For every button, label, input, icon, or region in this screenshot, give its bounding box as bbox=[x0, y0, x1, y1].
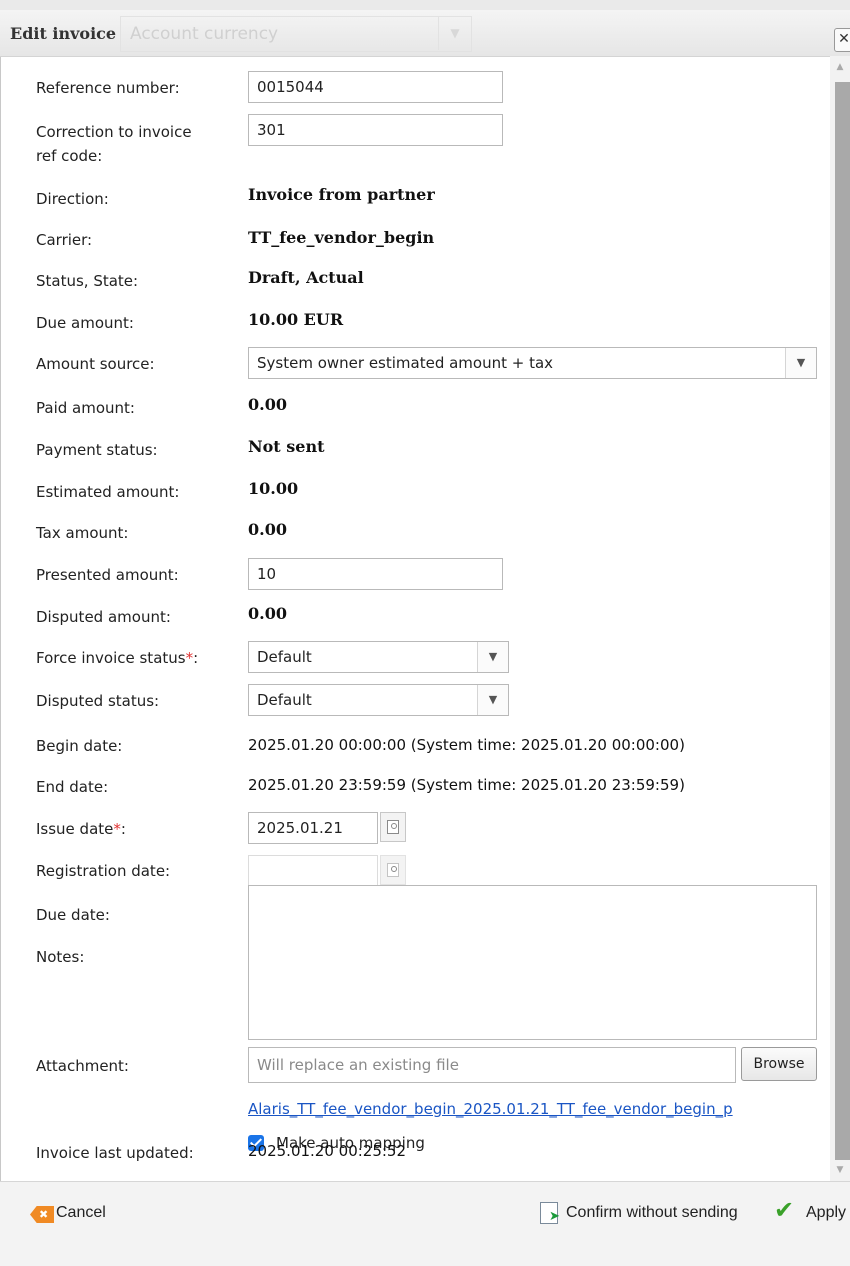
attachment-file-link[interactable]: Alaris_TT_fee_vendor_begin_2025.01.21_TT… bbox=[248, 1098, 830, 1120]
calendar-icon bbox=[387, 820, 399, 834]
amount-source-value: System owner estimated amount + tax bbox=[257, 354, 554, 372]
cancel-icon[interactable] bbox=[30, 1206, 54, 1223]
begin-date-label: Begin date: bbox=[36, 737, 123, 755]
direction-label: Direction: bbox=[36, 190, 109, 208]
paid-amount-value: 0.00 bbox=[248, 395, 287, 414]
chevron-down-icon[interactable]: ▼ bbox=[785, 348, 816, 378]
force-invoice-status-value: Default bbox=[257, 648, 312, 666]
issue-date-calendar-button[interactable] bbox=[380, 812, 406, 842]
force-invoice-status-select[interactable]: Default ▼ bbox=[248, 641, 509, 673]
scroll-down-arrow-icon[interactable]: ▼ bbox=[830, 1160, 850, 1180]
reference-number-input[interactable]: 0015044 bbox=[248, 71, 503, 103]
estimated-amount-label: Estimated amount: bbox=[36, 483, 180, 501]
registration-date-label: Registration date: bbox=[36, 862, 171, 880]
status-state-label: Status, State: bbox=[36, 272, 139, 290]
due-date-label: Due date: bbox=[36, 906, 110, 924]
attachment-file-input[interactable]: Will replace an existing file bbox=[248, 1047, 736, 1083]
attachment-label: Attachment: bbox=[36, 1057, 129, 1075]
browse-button[interactable]: Browse bbox=[741, 1047, 817, 1081]
tax-amount-value: 0.00 bbox=[248, 520, 287, 539]
payment-status-value: Not sent bbox=[248, 437, 325, 456]
required-mark: * bbox=[185, 649, 194, 667]
carrier-label: Carrier: bbox=[36, 231, 93, 249]
estimated-amount-value: 10.00 bbox=[248, 479, 299, 498]
dialog-titlebar: ▼ Account currency Edit invoice ✕ bbox=[0, 10, 850, 57]
disputed-amount-value: 0.00 bbox=[248, 604, 287, 623]
registration-date-calendar-button bbox=[380, 855, 406, 885]
payment-status-label: Payment status: bbox=[36, 441, 158, 459]
presented-amount-input[interactable]: 10 bbox=[248, 558, 503, 590]
checkmark-icon[interactable]: ✔ bbox=[774, 1198, 794, 1222]
notes-label: Notes: bbox=[36, 948, 85, 966]
calendar-icon bbox=[387, 863, 399, 877]
presented-amount-label: Presented amount: bbox=[36, 566, 179, 584]
issue-date-label: Issue date*: bbox=[36, 820, 126, 838]
apply-button[interactable]: Apply bbox=[806, 1204, 846, 1222]
required-mark: * bbox=[113, 820, 121, 838]
correction-ref-input[interactable]: 301 bbox=[248, 114, 503, 146]
vertical-scrollbar[interactable]: ▲ ▼ bbox=[830, 56, 850, 1181]
disputed-amount-label: Disputed amount: bbox=[36, 608, 171, 626]
notes-textarea[interactable] bbox=[248, 885, 817, 1040]
correction-ref-label-line2: ref code: bbox=[36, 147, 103, 165]
chevron-down-icon[interactable]: ▼ bbox=[477, 642, 508, 672]
correction-ref-label-line1: Correction to invoice bbox=[36, 123, 192, 141]
scroll-thumb[interactable] bbox=[835, 82, 850, 1160]
invoice-last-updated-label: Invoice last updated: bbox=[36, 1144, 194, 1162]
disputed-status-value: Default bbox=[257, 691, 312, 709]
dialog-footer: Cancel Confirm without sending ✔ Apply bbox=[0, 1181, 850, 1266]
disputed-status-select[interactable]: Default ▼ bbox=[248, 684, 509, 716]
amount-source-select[interactable]: System owner estimated amount + tax ▼ bbox=[248, 347, 817, 379]
begin-date-value: 2025.01.20 00:00:00 (System time: 2025.0… bbox=[248, 736, 685, 754]
amount-source-label: Amount source: bbox=[36, 355, 155, 373]
issue-date-input[interactable]: 2025.01.21 bbox=[248, 812, 378, 844]
close-button[interactable]: ✕ bbox=[834, 28, 850, 52]
background-currency-hint: Account currency bbox=[130, 24, 279, 44]
due-amount-label: Due amount: bbox=[36, 314, 134, 332]
scroll-up-arrow-icon[interactable]: ▲ bbox=[830, 56, 850, 78]
document-send-icon[interactable] bbox=[540, 1202, 560, 1224]
end-date-label: End date: bbox=[36, 778, 109, 796]
dialog-title: Edit invoice bbox=[10, 24, 117, 43]
tax-amount-label: Tax amount: bbox=[36, 524, 129, 542]
paid-amount-label: Paid amount: bbox=[36, 399, 135, 417]
chevron-down-icon[interactable]: ▼ bbox=[477, 685, 508, 715]
direction-value: Invoice from partner bbox=[248, 185, 435, 204]
end-date-value: 2025.01.20 23:59:59 (System time: 2025.0… bbox=[248, 776, 685, 794]
carrier-value: TT_fee_vendor_begin bbox=[248, 228, 435, 247]
status-state-value: Draft, Actual bbox=[248, 268, 364, 287]
cancel-button[interactable]: Cancel bbox=[56, 1204, 106, 1222]
disputed-status-label: Disputed status: bbox=[36, 692, 160, 710]
force-invoice-status-label: Force invoice status*: bbox=[36, 649, 199, 667]
due-amount-value: 10.00 EUR bbox=[248, 310, 344, 329]
chevron-down-icon: ▼ bbox=[438, 16, 471, 50]
confirm-without-sending-button[interactable]: Confirm without sending bbox=[566, 1204, 738, 1222]
reference-number-label: Reference number: bbox=[36, 79, 180, 97]
registration-date-input bbox=[248, 855, 378, 887]
invoice-last-updated-value: 2025.01.20 00:25:52 bbox=[248, 1142, 407, 1160]
